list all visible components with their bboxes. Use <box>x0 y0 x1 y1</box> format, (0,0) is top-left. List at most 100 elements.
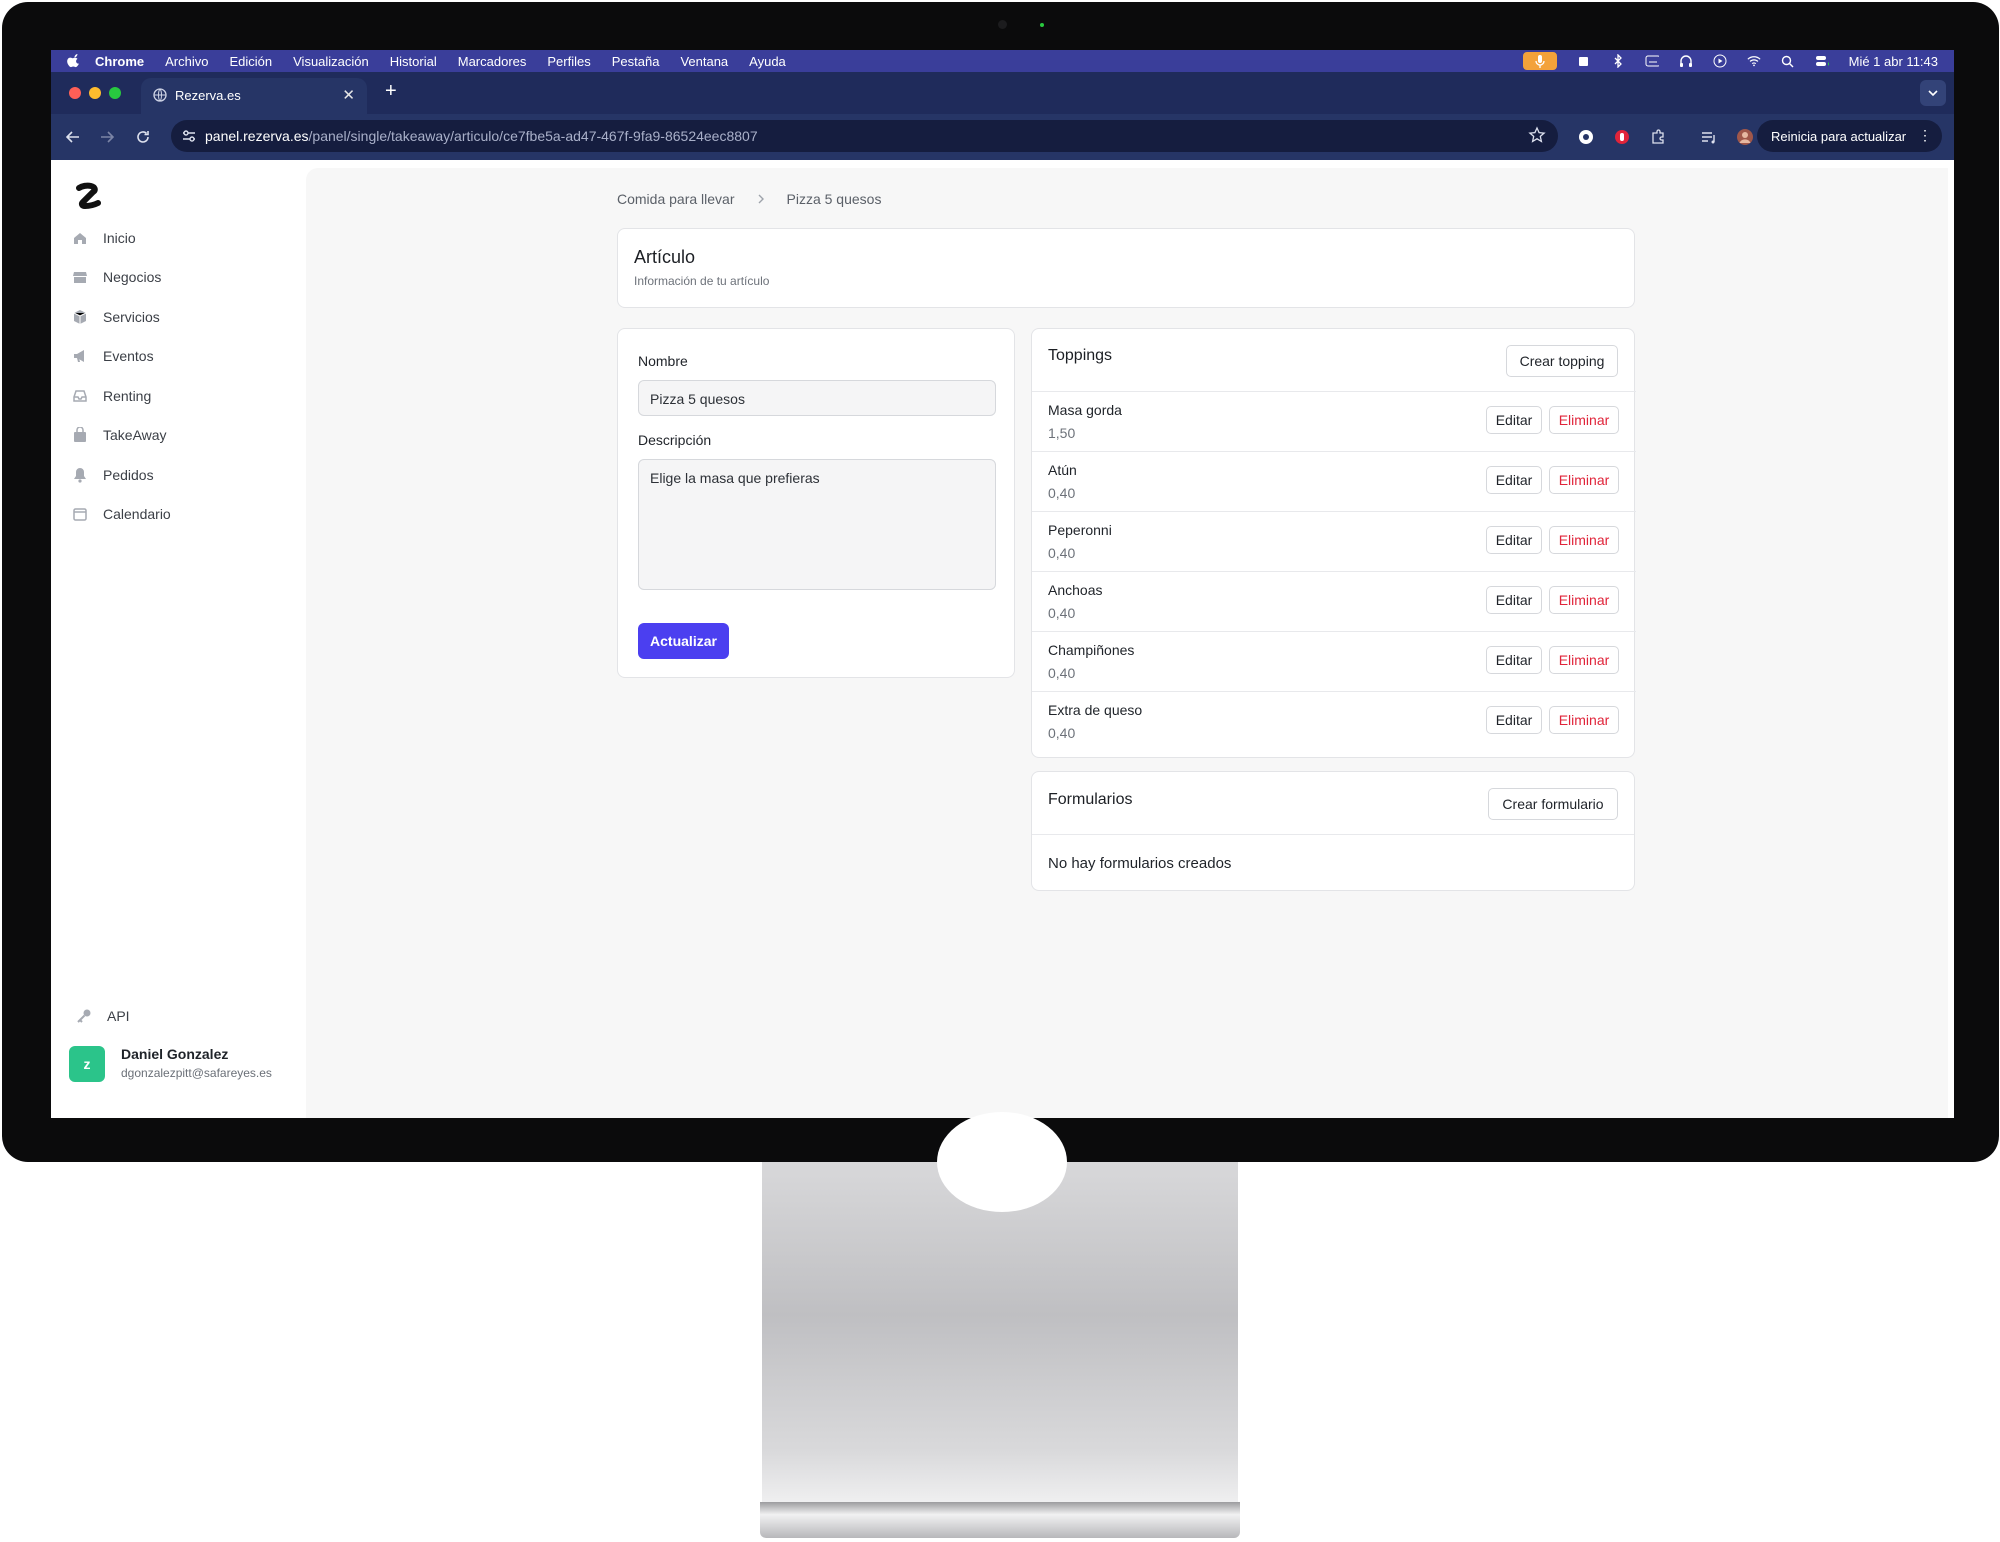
sidebar-item-inicio[interactable]: Inicio <box>71 226 136 250</box>
menubar-clock[interactable]: Mié 1 abr 11:43 <box>1849 54 1938 69</box>
breadcrumb: Comida para llevar Pizza 5 quesos <box>617 191 881 207</box>
media-control-icon[interactable] <box>1699 127 1719 147</box>
menu-ventana[interactable]: Ventana <box>680 54 728 69</box>
sidebar-item-takeaway[interactable]: TakeAway <box>71 423 167 447</box>
breadcrumb-parent-link[interactable]: Comida para llevar <box>617 191 735 207</box>
keyboard-icon[interactable] <box>1645 54 1659 68</box>
menu-marcadores[interactable]: Marcadores <box>458 54 527 69</box>
avatar[interactable]: z <box>69 1046 105 1082</box>
create-topping-button[interactable]: Crear topping <box>1506 345 1618 377</box>
edit-topping-button[interactable]: Editar <box>1486 646 1542 674</box>
control-center-icon[interactable] <box>1815 54 1829 68</box>
window-zoom-button[interactable] <box>109 87 121 99</box>
create-form-button[interactable]: Crear formulario <box>1488 788 1618 820</box>
box-icon <box>71 308 89 326</box>
screen: Chrome Archivo Edición Visualización His… <box>51 50 1954 1118</box>
menu-pestana[interactable]: Pestaña <box>612 54 660 69</box>
stand-cable-hole <box>937 1112 1067 1212</box>
delete-topping-button[interactable]: Eliminar <box>1549 586 1619 614</box>
article-subtitle: Información de tu artículo <box>634 274 770 288</box>
extensions-puzzle-icon[interactable] <box>1648 127 1668 147</box>
name-field[interactable]: Pizza 5 quesos <box>638 380 996 416</box>
battery-app-icon[interactable] <box>1577 54 1591 68</box>
relaunch-label: Reinicia para actualizar <box>1771 128 1907 144</box>
bookmark-star-icon[interactable] <box>1528 126 1546 144</box>
camera-led <box>1040 23 1044 27</box>
article-title: Artículo <box>634 247 696 267</box>
delete-topping-button[interactable]: Eliminar <box>1549 466 1619 494</box>
window-minimize-button[interactable] <box>89 87 101 99</box>
browser-tab-active[interactable]: Rezerva.es ✕ <box>141 78 367 114</box>
menu-perfiles[interactable]: Perfiles <box>547 54 590 69</box>
window-close-button[interactable] <box>69 87 81 99</box>
topping-price: 0,40 <box>1048 665 1076 681</box>
sidebar-item-pedidos[interactable]: Pedidos <box>71 463 154 487</box>
play-circle-icon[interactable] <box>1713 54 1727 68</box>
relaunch-update-button[interactable]: Reinicia para actualizar ⋮ <box>1757 120 1942 152</box>
reload-icon[interactable] <box>133 127 153 147</box>
rezerva-logo-icon[interactable] <box>75 180 105 214</box>
menu-edicion[interactable]: Edición <box>229 54 272 69</box>
forward-arrow-icon[interactable] <box>97 127 117 147</box>
sidebar-item-negocios[interactable]: Negocios <box>71 265 161 289</box>
edit-topping-button[interactable]: Editar <box>1486 586 1542 614</box>
topping-name: Peperonni <box>1048 522 1112 538</box>
sidebar-item-eventos[interactable]: Eventos <box>71 344 154 368</box>
extension-circle-icon[interactable] <box>1576 127 1596 147</box>
toppings-title: Toppings <box>1048 347 1113 364</box>
article-form-card: Nombre Pizza 5 quesos Descripción Elige … <box>617 328 1015 678</box>
wifi-icon[interactable] <box>1747 54 1761 68</box>
microphone-icon[interactable] <box>1522 52 1557 70</box>
camera <box>998 20 1007 29</box>
sidebar-item-servicios[interactable]: Servicios <box>71 305 160 329</box>
topping-price: 0,40 <box>1048 545 1076 561</box>
chevron-right-icon <box>757 191 765 207</box>
site-settings-icon[interactable] <box>181 128 197 144</box>
app-page: Inicio Negocios Servicios Eventos Rentin… <box>51 160 1954 1118</box>
monitor-stand-foot <box>760 1502 1240 1538</box>
sidebar-item-label: Calendario <box>103 506 171 522</box>
update-button[interactable]: Actualizar <box>638 623 729 659</box>
menu-ayuda[interactable]: Ayuda <box>749 54 786 69</box>
edit-topping-button[interactable]: Editar <box>1486 526 1542 554</box>
bluetooth-icon[interactable] <box>1611 54 1625 68</box>
tab-search-chevron-icon[interactable] <box>1920 80 1946 106</box>
extension-red-icon[interactable] <box>1612 127 1632 147</box>
delete-topping-button[interactable]: Eliminar <box>1549 526 1619 554</box>
kebab-menu-icon[interactable]: ⋮ <box>1918 127 1932 144</box>
sidebar-item-calendario[interactable]: Calendario <box>71 502 171 526</box>
apple-icon[interactable] <box>67 54 81 68</box>
empty-forms-text: No hay formularios creados <box>1048 855 1232 872</box>
name-label: Nombre <box>638 353 688 369</box>
new-tab-button[interactable]: + <box>385 80 397 103</box>
sidebar-item-label: TakeAway <box>103 427 167 443</box>
edit-topping-button[interactable]: Editar <box>1486 706 1542 734</box>
profile-avatar-icon[interactable] <box>1735 127 1755 147</box>
delete-topping-button[interactable]: Eliminar <box>1549 646 1619 674</box>
description-textarea[interactable]: Elige la masa que prefieras <box>638 459 996 590</box>
sidebar-item-api[interactable]: API <box>75 1004 130 1028</box>
sidebar-item-renting[interactable]: Renting <box>71 384 151 408</box>
headphones-icon[interactable] <box>1679 54 1693 68</box>
megaphone-icon <box>71 347 89 365</box>
topping-price: 0,40 <box>1048 605 1076 621</box>
delete-topping-button[interactable]: Eliminar <box>1549 406 1619 434</box>
topping-price: 0,40 <box>1048 485 1076 501</box>
tab-close-icon[interactable]: ✕ <box>342 86 355 104</box>
edit-topping-button[interactable]: Editar <box>1486 466 1542 494</box>
topping-row: Champiñones 0,40 Editar Eliminar <box>1032 631 1636 692</box>
edit-topping-button[interactable]: Editar <box>1486 406 1542 434</box>
menu-visualizacion[interactable]: Visualización <box>293 54 369 69</box>
sidebar-item-label: Eventos <box>103 348 154 364</box>
monitor-bezel: Chrome Archivo Edición Visualización His… <box>2 2 1999 1162</box>
sidebar-item-label: Inicio <box>103 230 136 246</box>
forms-card: Formularios Crear formulario No hay form… <box>1031 771 1635 891</box>
delete-topping-button[interactable]: Eliminar <box>1549 706 1619 734</box>
menu-historial[interactable]: Historial <box>390 54 437 69</box>
menu-archivo[interactable]: Archivo <box>165 54 208 69</box>
spotlight-search-icon[interactable] <box>1781 54 1795 68</box>
address-bar[interactable]: panel.rezerva.es/panel/single/takeaway/a… <box>171 120 1558 152</box>
menu-app-name[interactable]: Chrome <box>95 54 144 69</box>
bag-icon <box>71 426 89 444</box>
back-arrow-icon[interactable] <box>63 127 83 147</box>
